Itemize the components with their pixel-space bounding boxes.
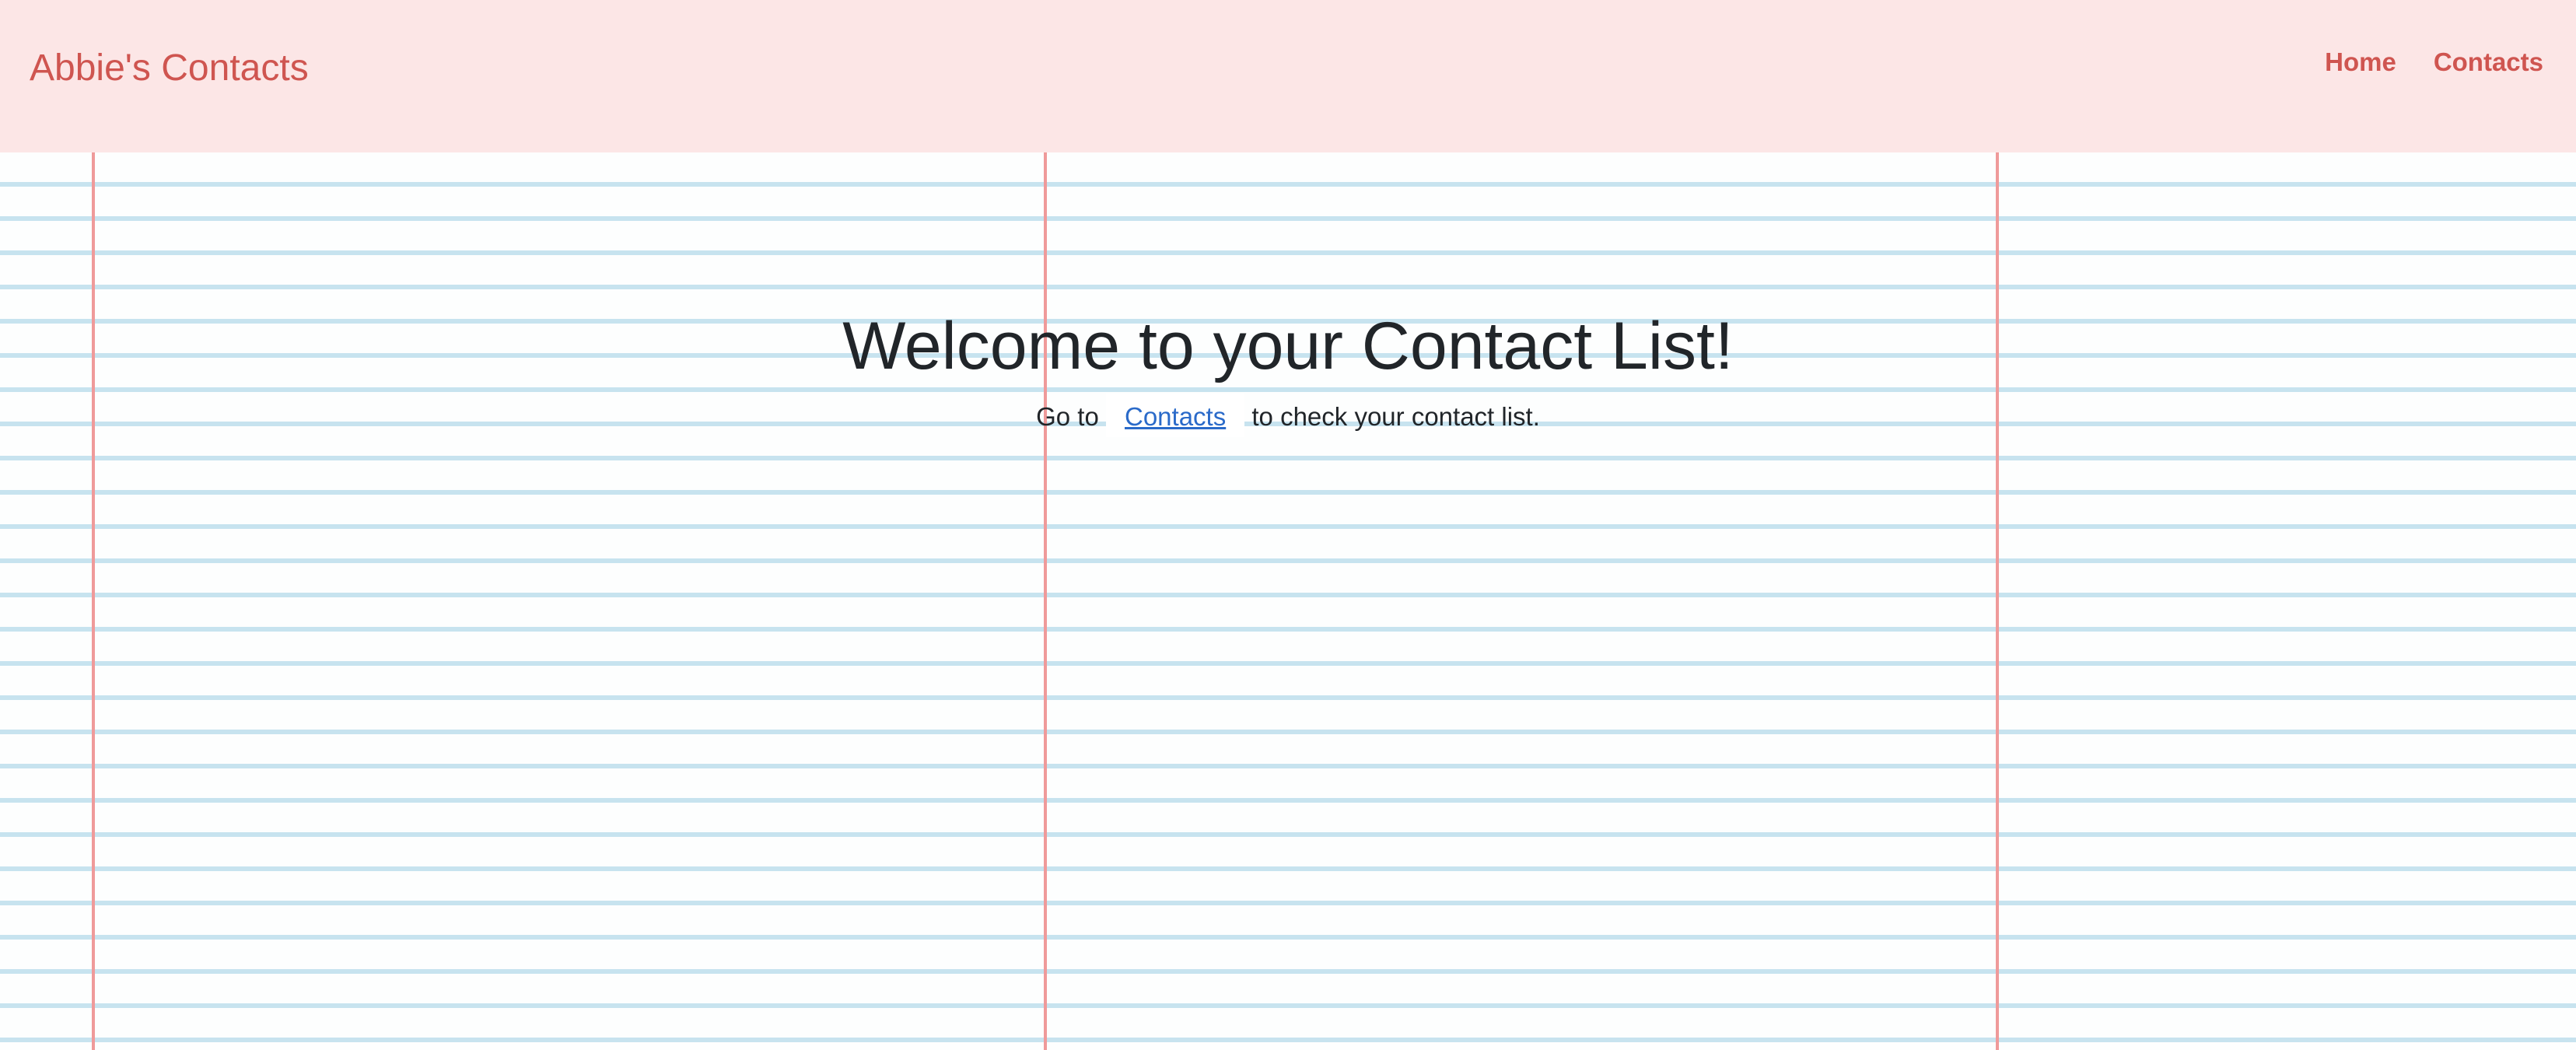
nav-link-contacts[interactable]: Contacts	[2434, 47, 2543, 77]
brand-link[interactable]: Abbie's Contacts	[30, 45, 309, 92]
main-nav: Home Contacts	[2325, 45, 2543, 79]
nav-link-home[interactable]: Home	[2325, 47, 2396, 77]
notebook-paper-background	[0, 152, 2576, 1050]
notebook-margin-line-right	[1996, 152, 1999, 1050]
top-navbar: Abbie's Contacts Home Contacts	[0, 0, 2576, 152]
subtitle-prefix: Go to	[1036, 402, 1099, 431]
notebook-margin-line-center	[1044, 152, 1047, 1050]
page-title: Welcome to your Contact List!	[842, 309, 1734, 383]
welcome-subtitle: Go to Contacts to check your contact lis…	[0, 394, 2576, 437]
subtitle-suffix: to check your contact list.	[1251, 402, 1540, 431]
contacts-inline-link[interactable]: Contacts	[1105, 394, 1245, 437]
notebook-margin-line-left	[92, 152, 95, 1050]
welcome-section: Welcome to your Contact List! Go to Cont…	[0, 303, 2576, 437]
